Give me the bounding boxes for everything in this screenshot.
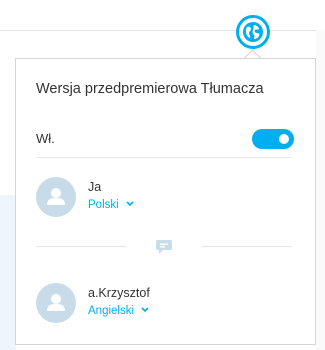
separator-line (202, 246, 292, 247)
translator-button[interactable] (236, 15, 270, 49)
translator-screen: Wersja przedpremierowa Tłumacza Wł. Ja P… (0, 0, 325, 350)
participant-other: a.Krzysztof Angielski (36, 283, 292, 325)
language-dropdown[interactable]: Angielski (88, 305, 149, 317)
divider (36, 157, 292, 158)
participant-name: Ja (88, 180, 102, 194)
person-icon (47, 294, 65, 311)
person-icon (47, 188, 65, 205)
participants-separator (36, 239, 292, 255)
background-panel (0, 195, 16, 350)
chevron-down-icon (141, 307, 149, 313)
toggle-knob (279, 134, 289, 144)
toggle-label: Wł. (36, 131, 55, 146)
language-dropdown[interactable]: Polski (88, 199, 134, 211)
chevron-down-icon (126, 201, 134, 207)
language-label: Polski (88, 199, 119, 211)
participant-me: Ja Polski (36, 177, 292, 219)
popover-title: Wersja przedpremierowa Tłumacza (36, 81, 264, 97)
participant-name: a.Krzysztof (88, 286, 150, 300)
chat-bubble-icon (156, 240, 172, 254)
translator-toggle-switch[interactable] (252, 129, 294, 149)
avatar (36, 283, 76, 323)
language-label: Angielski (88, 305, 135, 317)
avatar (36, 177, 76, 217)
header-divider (0, 30, 325, 31)
translator-popover: Wersja przedpremierowa Tłumacza Wł. Ja P… (15, 58, 316, 345)
translator-toggle-row: Wł. (36, 125, 294, 155)
globe-icon (243, 22, 263, 42)
background-scroll-area (316, 30, 325, 350)
separator-line (36, 246, 126, 247)
